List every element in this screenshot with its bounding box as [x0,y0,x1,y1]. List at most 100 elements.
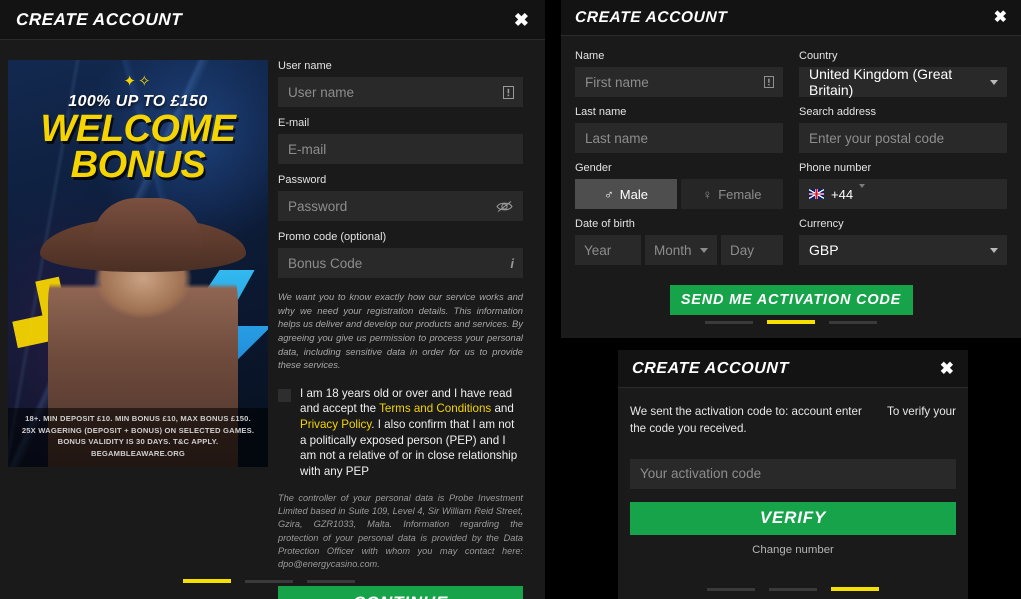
step-pagination-3 [618,587,968,591]
phone-input[interactable]: +44 [799,179,1007,209]
gender-female-button[interactable]: ♀ Female [681,179,783,209]
banner-title-line1: WELCOME [40,108,236,150]
step-dot-1[interactable] [705,320,753,324]
close-icon[interactable]: ✖ [994,9,1007,26]
privacy-policy-link[interactable]: Privacy Policy [300,418,371,431]
modal-body: We sent the activation code to: account … [618,388,968,599]
step-dot-2[interactable] [769,587,817,591]
address-placeholder: Enter your postal code [809,130,945,146]
page-title: CREATE ACCOUNT [631,359,790,377]
country-value: United Kingdom (Great Britain) [809,66,953,98]
consent-checkbox[interactable] [278,388,291,402]
currency-select[interactable]: GBP [799,235,1007,265]
step-dot-1[interactable] [182,579,231,583]
banner-terms-line2: 25X WAGERING (DEPOSIT + BONUS) ON SELECT… [21,425,255,435]
step-dot-2[interactable] [244,579,293,583]
email-group: E-mail E-mail [278,117,523,164]
step-pagination-1 [8,579,529,583]
dob-row: Year Month Day [575,235,783,265]
email-input[interactable]: E-mail [278,134,523,164]
promo-banner: ✦✧ 100% UP TO £150 WELCOME BONUS 18+. MI… [8,60,268,467]
lastname-placeholder: Last name [585,130,649,146]
create-account-modal-step1: CREATE ACCOUNT ✖ ✦✧ 100% UP TO £150 WELC… [0,0,545,599]
country-group: Country United Kingdom (Great Britain) [799,50,1007,98]
dob-month-select[interactable]: Month [645,235,717,265]
modal-body: ✦✧ 100% UP TO £150 WELCOME BONUS 18+. MI… [0,40,545,599]
firstname-placeholder: First name [585,74,649,90]
country-select[interactable]: United Kingdom (Great Britain) [799,66,1007,98]
chevron-down-icon[interactable] [700,247,708,253]
modal-header: CREATE ACCOUNT ✖ [618,350,968,388]
username-label: User name [278,60,332,72]
dob-day-placeholder: Day [730,242,755,258]
username-placeholder: User name [288,84,355,100]
activation-message-main: We sent the activation code to: account … [630,405,862,435]
country-label: Country [799,50,838,62]
activation-message-side: To verify your [887,405,956,418]
gender-female-label: Female [718,186,762,202]
step-dot-3[interactable] [306,579,355,583]
promo-placeholder: Bonus Code [288,255,363,271]
legal-controller-text: The controller of your personal data is … [278,492,523,570]
banner-terms: 18+. MIN DEPOSIT £10. MIN BONUS £10, MAX… [8,407,268,467]
info-tooltip-icon[interactable] [503,85,514,99]
firstname-group: Name First name [575,50,783,97]
step-pagination-2 [561,320,1021,324]
promo-group: Promo code (optional) Bonus Code i [278,231,523,278]
lastname-input[interactable]: Last name [575,123,783,153]
phone-group: Phone number +44 [799,162,1007,209]
registration-form: User name User name E-mail E-mail Passwo… [278,60,529,599]
currency-label: Currency [799,218,844,230]
gender-male-label: Male [619,186,648,202]
chevron-down-icon[interactable] [990,79,998,85]
address-label: Search address [799,106,877,118]
email-placeholder: E-mail [288,141,327,157]
step-dot-3[interactable] [829,320,877,324]
gender-label: Gender [575,162,612,174]
firstname-label: Name [575,50,605,62]
send-activation-code-button[interactable]: SEND ME ACTIVATION CODE [669,285,913,315]
modal-header: CREATE ACCOUNT ✖ [561,0,1021,36]
modal-header: CREATE ACCOUNT ✖ [0,0,545,40]
lastname-group: Last name Last name [575,106,783,153]
close-icon[interactable]: ✖ [940,360,954,377]
currency-value: GBP [809,242,839,258]
activation-code-input[interactable]: Your activation code [630,458,956,489]
dob-month-placeholder: Month [654,242,692,258]
address-group: Search address Enter your postal code [799,106,1007,153]
firstname-input[interactable]: First name [575,67,783,97]
continue-button[interactable]: CONTINUE [278,585,523,599]
gender-toggle: ♂ Male ♀ Female [575,179,783,209]
close-icon[interactable]: ✖ [514,11,529,29]
banner-headline: ✦✧ 100% UP TO £150 WELCOME BONUS [8,73,268,184]
currency-group: Currency GBP [799,218,1007,265]
modal-body: Name First name Country United Kingdom (… [561,36,1021,338]
details-form: Name First name Country United Kingdom (… [575,50,1007,265]
verify-button[interactable]: VERIFY [630,501,956,535]
page-title: CREATE ACCOUNT [574,8,728,26]
password-input[interactable]: Password [278,191,523,221]
chevron-down-icon[interactable] [990,247,998,253]
step-dot-1[interactable] [707,587,755,591]
info-icon[interactable]: i [510,256,514,271]
address-input[interactable]: Enter your postal code [799,123,1007,153]
promo-label: Promo code (optional) [278,231,387,243]
chevron-down-icon[interactable] [859,183,866,203]
step-dot-2[interactable] [767,320,815,324]
username-input[interactable]: User name [278,77,523,107]
promo-input[interactable]: Bonus Code i [278,248,523,278]
dob-day-input[interactable]: Day [721,235,783,265]
username-group: User name User name [278,60,523,107]
banner-terms-line1: 18+. MIN DEPOSIT £10. MIN BONUS £10, MAX… [25,413,251,423]
age-consent-row: I am 18 years old or over and I have rea… [278,386,523,480]
banner-sparkle-icon: ✦✧ [123,73,153,90]
eye-toggle-icon[interactable] [496,200,514,213]
dob-year-input[interactable]: Year [575,235,641,265]
change-number-link[interactable]: Change number [630,544,956,556]
terms-and-conditions-link[interactable]: Terms and Conditions [379,402,491,415]
info-tooltip-icon[interactable] [764,76,774,88]
create-account-modal-step2: CREATE ACCOUNT ✖ Name First name Country [561,0,1021,338]
gender-male-button[interactable]: ♂ Male [575,179,677,209]
phone-country-code: +44 [831,186,854,202]
step-dot-3[interactable] [831,587,879,591]
